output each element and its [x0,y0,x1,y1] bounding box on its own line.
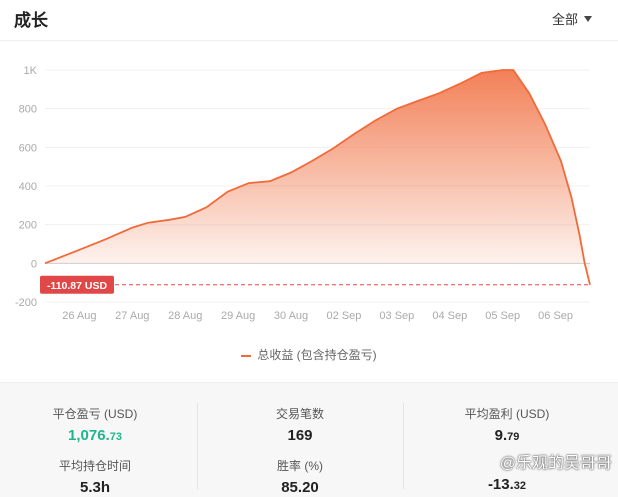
x-tick-label: 28 Aug [168,310,202,322]
stat-closed-pnl: 平仓盈亏 (USD) 1,076.73 [5,405,185,444]
stat-label: 胜率 (%) [277,459,323,473]
header-bar: 成长 全部 [0,0,618,41]
legend-swatch [241,354,252,357]
stat-avg-hold: 平均持仓时间 5.3h [5,457,185,496]
stat-value: 169 [287,427,313,444]
stat-value: 5.3h [79,479,110,496]
stat-value: 9.79 [417,427,597,444]
x-tick-label: 03 Sep [379,310,414,322]
x-tick-label: 27 Aug [115,310,149,322]
legend-label: 总收益 (包含持仓盈亏) [257,348,377,362]
x-tick-label: 29 Aug [221,310,255,322]
watermark: @乐观的吴哥哥 [499,455,612,472]
y-tick-label: 0 [31,258,37,270]
stat-value-int: 9. [494,427,508,444]
y-tick-label: -200 [15,297,37,309]
x-tick-label: 05 Sep [485,310,520,322]
stat-value: 1,076.73 [5,427,185,444]
y-tick-label: 1K [24,65,38,77]
stat-label: 平均持仓时间 [58,459,131,473]
chart-legend: 总收益 (包含持仓盈亏) [0,346,618,363]
y-tick-label: 800 [19,104,37,116]
stat-value-int: -13. [487,476,514,493]
stat-win-rate: 胜率 (%) 85.20 [210,457,390,496]
x-tick-label: 06 Sep [538,310,573,322]
stat-value: -13.32 [417,476,597,493]
stat-label: 平均盈利 (USD) [464,407,550,421]
stat-trade-count: 交易笔数 169 [210,405,390,444]
filter-label: 全部 [551,12,578,27]
stats-panel: 平仓盈亏 (USD) 1,076.73 交易笔数 169 平均盈利 (USD) … [0,382,618,497]
stat-value: 85.20 [281,479,319,496]
filter-dropdown[interactable]: 全部 [552,9,592,28]
final-value-label: -110.87 USD [47,280,108,292]
caret-down-icon [584,15,592,22]
stat-value-int: 1,076. [68,427,110,444]
final-value-badge: -110.87 USD [40,275,114,294]
y-tick-label: 600 [19,142,37,154]
series-area [45,70,590,285]
stats-divider [403,403,404,489]
stat-label: 交易笔数 [275,407,324,421]
stat-value-dec: 79 [507,431,520,443]
stat-value-dec: 73 [109,431,122,443]
y-tick-label: 200 [19,220,37,232]
growth-chart: 1K 800 600 400 200 0 -200 26 Aug 27 Aug 28 Aug 29… [15,65,591,322]
stat-avg-profit: 平均盈利 (USD) 9.79 [417,405,597,444]
page-title: 成长 [14,11,48,30]
x-tick-label: 02 Sep [327,310,362,322]
stat-label: 平仓盈亏 (USD) [52,407,138,421]
stats-divider [197,403,198,489]
x-tick-label: 26 Aug [62,310,96,322]
stat-value-dec: 32 [513,480,527,492]
x-tick-label: 30 Aug [274,310,308,322]
x-tick-label: 04 Sep [432,310,467,322]
y-tick-label: 400 [19,181,37,193]
